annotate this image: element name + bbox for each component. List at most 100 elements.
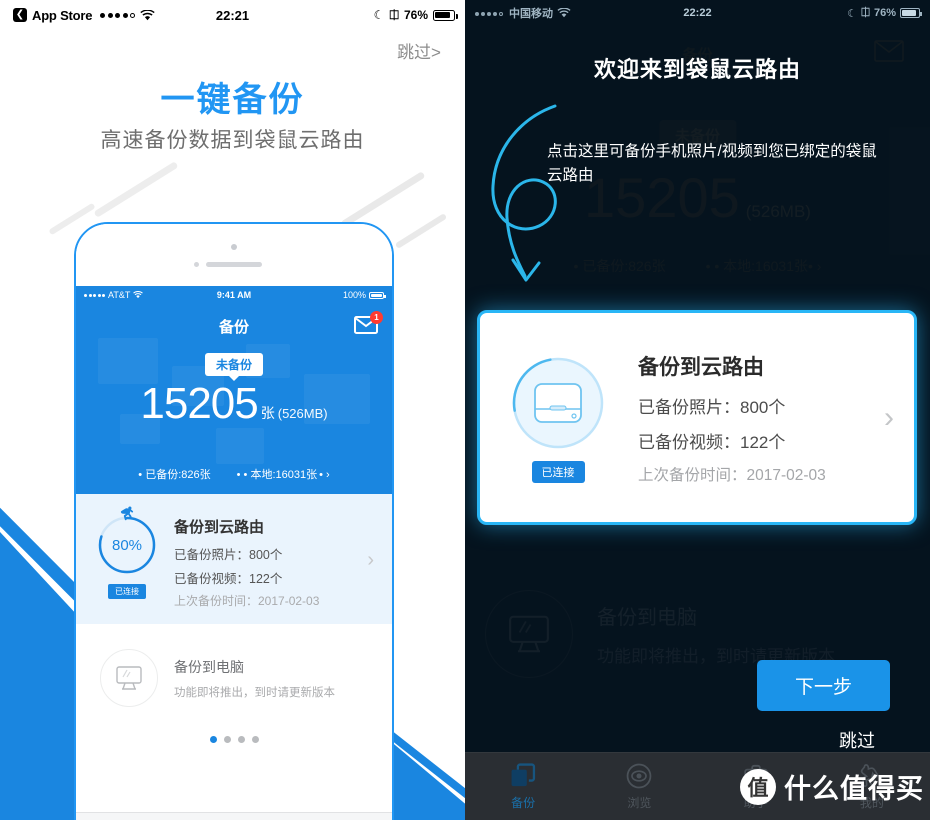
backup-stats-row[interactable]: 已备份:826张 本地:16031张› <box>76 466 392 482</box>
kangaroo-icon <box>120 506 134 521</box>
next-step-button[interactable]: 下一步 <box>756 660 890 711</box>
tab-mine[interactable]: 我的 <box>313 813 392 820</box>
cloud-progress-wrap: 80% 已连接 <box>90 506 164 599</box>
curved-arrow-down-icon <box>491 104 557 282</box>
monitor-icon <box>485 590 573 678</box>
ios-status-bar: 中国移动 22:22 ☾ ⎅ 76% <box>465 0 930 26</box>
highlight-card-info: 备份到云路由 已备份照片：800个 已备份视频：122个 上次备份时间：2017… <box>620 351 884 485</box>
backup-count-block: 15205 张 (526MB) <box>76 382 392 426</box>
decoration-streak <box>340 171 426 228</box>
phone-earpiece-area <box>76 224 392 286</box>
chevron-left-icon[interactable]: ❮ <box>13 8 27 22</box>
ghost-stat-local: 本地:16031张› <box>706 256 821 276</box>
tab-assistant[interactable]: 助手 <box>234 813 313 820</box>
moon-icon: ☾ <box>373 8 385 22</box>
battery-icon <box>900 8 922 18</box>
app-carrier-label: AT&T <box>108 290 131 300</box>
ghost-pc-title: 备份到电脑 <box>597 607 697 629</box>
progress-label: 80% <box>111 536 143 554</box>
tab-label: 备份 <box>511 796 536 810</box>
signal-dots-icon <box>100 12 136 18</box>
highlight-lasttime-row: 上次备份时间：2017-02-03 <box>638 466 826 484</box>
hero-subtitle: 高速备份数据到袋鼠云路由 <box>100 129 365 152</box>
phone-speaker-icon <box>206 262 262 267</box>
page-dot[interactable] <box>209 736 217 743</box>
page-dot[interactable] <box>237 736 245 743</box>
status-bar-time: 22:22 <box>683 7 712 19</box>
tab-browse[interactable]: 浏览 <box>581 753 697 820</box>
left-promo-screen: ❮ App Store 22:21 ☾ ⎅ 76% 跳过> 一键备份 高速备份数… <box>0 0 465 820</box>
phone-camera-icon <box>194 262 199 267</box>
phone-sensor-icon <box>231 244 237 250</box>
tab-backup[interactable]: 备份 <box>465 753 581 820</box>
decoration-streak <box>93 161 179 218</box>
app-status-left: AT&T <box>84 290 144 300</box>
watermark-mark: 值 <box>740 768 776 805</box>
backup-status-tag-wrap: 未备份 <box>76 353 392 381</box>
wifi-icon <box>140 9 155 20</box>
ghost-count-size: (526MB) <box>745 202 811 221</box>
carrier-label: 中国移动 <box>509 8 553 20</box>
wifi-icon <box>133 291 144 299</box>
pc-card-info: 备份到电脑 功能即将推出，到时请更新版本 <box>158 657 335 700</box>
screenshot-root: ❮ App Store 22:21 ☾ ⎅ 76% 跳过> 一键备份 高速备份数… <box>0 0 930 820</box>
onboarding-title: 欢迎来到袋鼠云路由 <box>593 57 801 82</box>
status-bar-left: 中国移动 <box>475 5 571 21</box>
copy-stack-icon <box>511 763 536 787</box>
tab-browse[interactable]: 浏览 <box>155 813 234 820</box>
skip-button[interactable]: 跳过 <box>839 727 875 753</box>
cloud-backup-card-highlighted[interactable]: 已连接 备份到云路由 已备份照片：800个 已备份视频：122个 上次备份时间：… <box>477 310 917 525</box>
cloud-backup-card[interactable]: 80% 已连接 备份到云路由 已备份照片：800个 已备份视频：122个 上次备… <box>76 494 392 624</box>
tab-backup[interactable]: 备份 <box>76 813 155 820</box>
watermark: 值 什么值得买 <box>740 767 924 806</box>
eye-circle-icon <box>627 763 652 789</box>
backup-count-size: (526MB) <box>277 406 328 421</box>
page-title: 备份 <box>218 319 249 336</box>
monitor-icon <box>100 649 158 707</box>
cloud-lasttime-row: 上次备份时间：2017-02-03 <box>174 594 320 608</box>
battery-percent-label: 76% <box>403 8 428 22</box>
pc-card-title: 备份到电脑 <box>174 658 244 675</box>
backup-count-value: 15205 <box>140 379 258 428</box>
tab-label: 浏览 <box>627 796 652 810</box>
cloud-card-info: 备份到云路由 已备份照片：800个 已备份视频：122个 上次备份时间：2017… <box>164 508 367 614</box>
cloud-card-title: 备份到云路由 <box>174 519 265 536</box>
stat-backed-up: 已备份:826张 <box>138 466 210 482</box>
ios-status-bar: ❮ App Store 22:21 ☾ ⎅ 76% <box>0 0 465 30</box>
battery-percent-label: 76% <box>873 7 896 19</box>
right-onboarding-screen: 备份 未备份 15205(526MB) 已备份:826张 本地:16031张› <box>465 0 930 820</box>
page-dot[interactable] <box>223 736 231 743</box>
skip-link[interactable]: 跳过> <box>397 38 441 63</box>
chevron-right-icon[interactable]: › <box>367 549 378 572</box>
pc-backup-card[interactable]: 备份到电脑 功能即将推出，到时请更新版本 <box>76 624 392 732</box>
app-status-right: 100% <box>342 290 386 300</box>
highlight-card-title: 备份到云路由 <box>638 355 764 379</box>
ghost-pc-info: 备份到电脑 功能即将推出，到时请更新版本 <box>573 601 835 667</box>
signal-dots-icon <box>475 7 505 19</box>
status-bar-left: ❮ App Store <box>13 8 155 23</box>
watermark-text: 什么值得买 <box>784 774 924 804</box>
progress-ring: 80% <box>96 506 158 576</box>
wifi-icon <box>557 8 571 18</box>
status-bar-right: ☾ ⎅ 76% <box>847 7 922 20</box>
highlight-photos-row: 已备份照片：800个 <box>638 397 786 417</box>
decoration-blue-corner-left <box>0 501 82 820</box>
app-screen: AT&T 9:41 AM 100% 备份 1 未备份 15205 张 (526M… <box>76 286 392 820</box>
highlight-videos-row: 已备份视频：122个 <box>638 432 786 452</box>
backup-count-unit: 张 <box>260 405 275 421</box>
chevron-right-icon: › <box>319 469 330 481</box>
battery-icon <box>369 291 386 299</box>
status-badge: 未备份 <box>204 353 263 381</box>
back-app-label[interactable]: App Store <box>32 8 93 23</box>
page-dot[interactable] <box>251 736 259 743</box>
chevron-right-icon[interactable]: › <box>884 401 898 435</box>
page-indicator[interactable] <box>76 732 392 743</box>
mail-button[interactable]: 1 <box>354 311 383 339</box>
app-battery-percent: 100% <box>342 290 366 300</box>
tab-bar: 备份 浏览 <box>76 812 392 820</box>
app-status-bar: AT&T 9:41 AM 100% <box>76 286 392 304</box>
pc-card-subtitle: 功能即将推出，到时请更新版本 <box>174 686 335 699</box>
battery-icon <box>433 9 458 21</box>
rotation-lock-icon: ⎅ <box>389 7 399 22</box>
hero-title: 一键备份 <box>160 81 305 119</box>
